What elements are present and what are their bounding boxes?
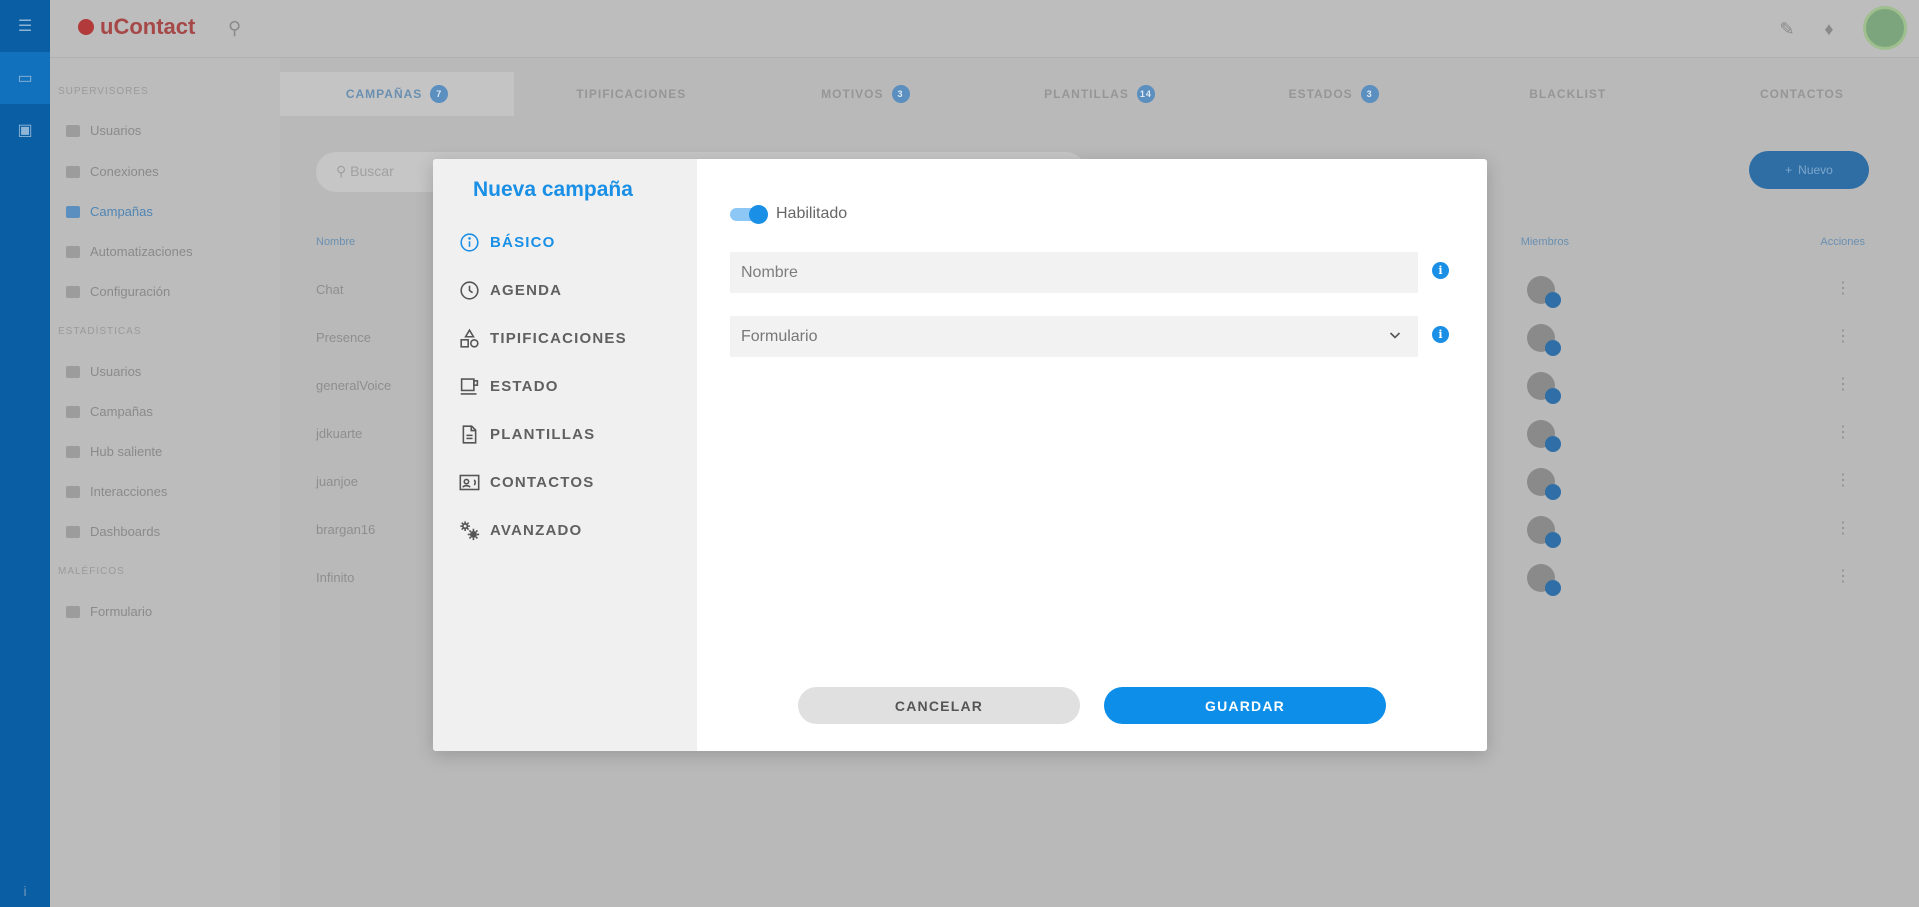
members-avatar xyxy=(1527,516,1561,548)
sidebar-section-title: ESTADÍSTICAS xyxy=(58,326,142,337)
info-circle-icon xyxy=(458,231,480,253)
dialog-nav: BÁSICO AGENDA TIPIFICACIONES ESTADO PLAN… xyxy=(433,218,697,554)
tab-typifications[interactable]: TIPIFICACIONES xyxy=(514,72,748,116)
app-logo: uContact xyxy=(78,14,195,40)
tab-states[interactable]: ESTADOS 3 xyxy=(1217,72,1451,116)
kebab-menu-icon[interactable]: ⋮ xyxy=(1835,278,1851,298)
form-select[interactable]: Formulario xyxy=(730,316,1418,357)
top-bar: uContact ⚲ ✎ ♦ xyxy=(50,0,1919,58)
kebab-menu-icon[interactable]: ⋮ xyxy=(1835,566,1851,586)
inbox-icon[interactable]: ▣ xyxy=(0,104,50,156)
user-avatar[interactable] xyxy=(1863,6,1907,50)
sidebar-item[interactable]: Conexiones xyxy=(66,164,159,179)
nav-item-label: ESTADO xyxy=(490,377,559,395)
members-avatar xyxy=(1527,324,1561,356)
members-avatar xyxy=(1527,468,1561,500)
chevron-down-icon xyxy=(1388,328,1402,347)
dialog-title: Nueva campaña xyxy=(473,178,633,201)
contact-card-icon xyxy=(458,471,480,493)
column-header-members: Miembros xyxy=(1520,236,1569,248)
new-campaign-dialog: Nueva campaña BÁSICO AGENDA TIPIFICACION… xyxy=(433,159,1487,751)
shapes-icon xyxy=(458,327,480,349)
bell-icon[interactable]: ♦ xyxy=(1819,19,1839,39)
gears-icon xyxy=(458,519,480,541)
kebab-menu-icon[interactable]: ⋮ xyxy=(1835,518,1851,538)
column-header-actions: Acciones xyxy=(1820,236,1865,248)
table-row[interactable]: Chat xyxy=(316,282,343,297)
nav-item-label: AVANZADO xyxy=(490,521,583,539)
sidebar-item[interactable]: Formulario xyxy=(66,604,152,619)
tab-reasons[interactable]: MOTIVOS 3 xyxy=(748,72,982,116)
sidebar-section-title: MALÉFICOS xyxy=(58,566,125,577)
nav-item-basic[interactable]: BÁSICO xyxy=(433,218,697,266)
search-icon[interactable]: ⚲ xyxy=(228,18,250,40)
monitor-icon[interactable]: ▭ xyxy=(0,52,50,104)
nav-item-label: AGENDA xyxy=(490,281,563,299)
nav-item-templates[interactable]: PLANTILLAS xyxy=(433,410,697,458)
nav-item-state[interactable]: ESTADO xyxy=(433,362,697,410)
nav-item-label: PLANTILLAS xyxy=(490,425,596,443)
table-row[interactable]: jdkuarte xyxy=(316,426,362,441)
enabled-toggle-row: Habilitado xyxy=(730,205,848,224)
tab-templates[interactable]: PLANTILLAS 14 xyxy=(982,72,1216,116)
form-select-value: Formulario xyxy=(741,327,818,345)
members-avatar xyxy=(1527,564,1561,596)
members-avatar xyxy=(1527,276,1561,308)
kebab-menu-icon[interactable]: ⋮ xyxy=(1835,470,1851,490)
kebab-menu-icon[interactable]: ⋮ xyxy=(1835,422,1851,442)
sidebar-item[interactable]: Usuarios xyxy=(66,364,141,379)
notes-icon[interactable]: ✎ xyxy=(1777,19,1797,39)
sidebar-item[interactable]: Interacciones xyxy=(66,484,167,499)
cancel-button[interactable]: CANCELAR xyxy=(798,687,1080,724)
document-icon xyxy=(458,423,480,445)
menu-icon[interactable]: ☰ xyxy=(0,0,50,52)
enabled-toggle[interactable] xyxy=(730,205,768,224)
sidebar-item[interactable]: Configuración xyxy=(66,284,170,299)
name-field[interactable] xyxy=(730,252,1418,293)
table-row[interactable]: generalVoice xyxy=(316,378,391,393)
nav-item-contacts[interactable]: CONTACTOS xyxy=(433,458,697,506)
info-icon[interactable]: i xyxy=(0,883,50,899)
column-header-name[interactable]: Nombre xyxy=(316,236,355,248)
table-row[interactable]: Infinito xyxy=(316,570,354,585)
sidebar-item[interactable]: Dashboards xyxy=(66,524,160,539)
app-sidebar: SUPERVISORES Usuarios Conexiones Campaña… xyxy=(50,58,280,907)
dialog-body: Habilitado i Formulario i CANCELAR GUARD… xyxy=(697,159,1487,751)
app-rail: ☰ ▭ ▣ i xyxy=(0,0,50,907)
name-input[interactable] xyxy=(741,263,1407,282)
sidebar-item-campaigns[interactable]: Campañas xyxy=(66,204,153,219)
sidebar-item[interactable]: Usuarios xyxy=(66,123,141,138)
save-button[interactable]: GUARDAR xyxy=(1104,687,1386,724)
coffee-icon xyxy=(458,375,480,397)
members-avatar xyxy=(1527,372,1561,404)
sidebar-item[interactable]: Automatizaciones xyxy=(66,244,193,259)
nav-item-advanced[interactable]: AVANZADO xyxy=(433,506,697,554)
kebab-menu-icon[interactable]: ⋮ xyxy=(1835,326,1851,346)
nav-item-label: TIPIFICACIONES xyxy=(490,329,627,347)
sidebar-item[interactable]: Campañas xyxy=(66,404,153,419)
tab-contacts[interactable]: CONTACTOS xyxy=(1685,72,1919,116)
new-campaign-button[interactable]: + Nuevo xyxy=(1749,151,1869,189)
nav-item-label: BÁSICO xyxy=(490,233,556,251)
nav-item-typifications[interactable]: TIPIFICACIONES xyxy=(433,314,697,362)
table-row[interactable]: juanjoe xyxy=(316,474,358,489)
nav-item-label: CONTACTOS xyxy=(490,473,595,491)
sidebar-section-title: SUPERVISORES xyxy=(58,86,149,97)
table-row[interactable]: Presence xyxy=(316,330,371,345)
members-avatar xyxy=(1527,420,1561,452)
nav-item-agenda[interactable]: AGENDA xyxy=(433,266,697,314)
enabled-label: Habilitado xyxy=(776,205,848,222)
tab-campaigns[interactable]: CAMPAÑAS 7 xyxy=(280,72,515,116)
tab-bar: CAMPAÑAS 7 TIPIFICACIONES MOTIVOS 3 PLANTI… xyxy=(280,72,1919,116)
dialog-sidebar: Nueva campaña BÁSICO AGENDA TIPIFICACION… xyxy=(433,159,697,751)
table-row[interactable]: brargan16 xyxy=(316,522,375,537)
tab-blacklist[interactable]: BLACKLIST xyxy=(1451,72,1685,116)
sidebar-item[interactable]: Hub saliente xyxy=(66,444,162,459)
kebab-menu-icon[interactable]: ⋮ xyxy=(1835,374,1851,394)
name-info-icon[interactable]: i xyxy=(1432,262,1449,279)
form-info-icon[interactable]: i xyxy=(1432,326,1449,343)
clock-icon xyxy=(458,279,480,301)
